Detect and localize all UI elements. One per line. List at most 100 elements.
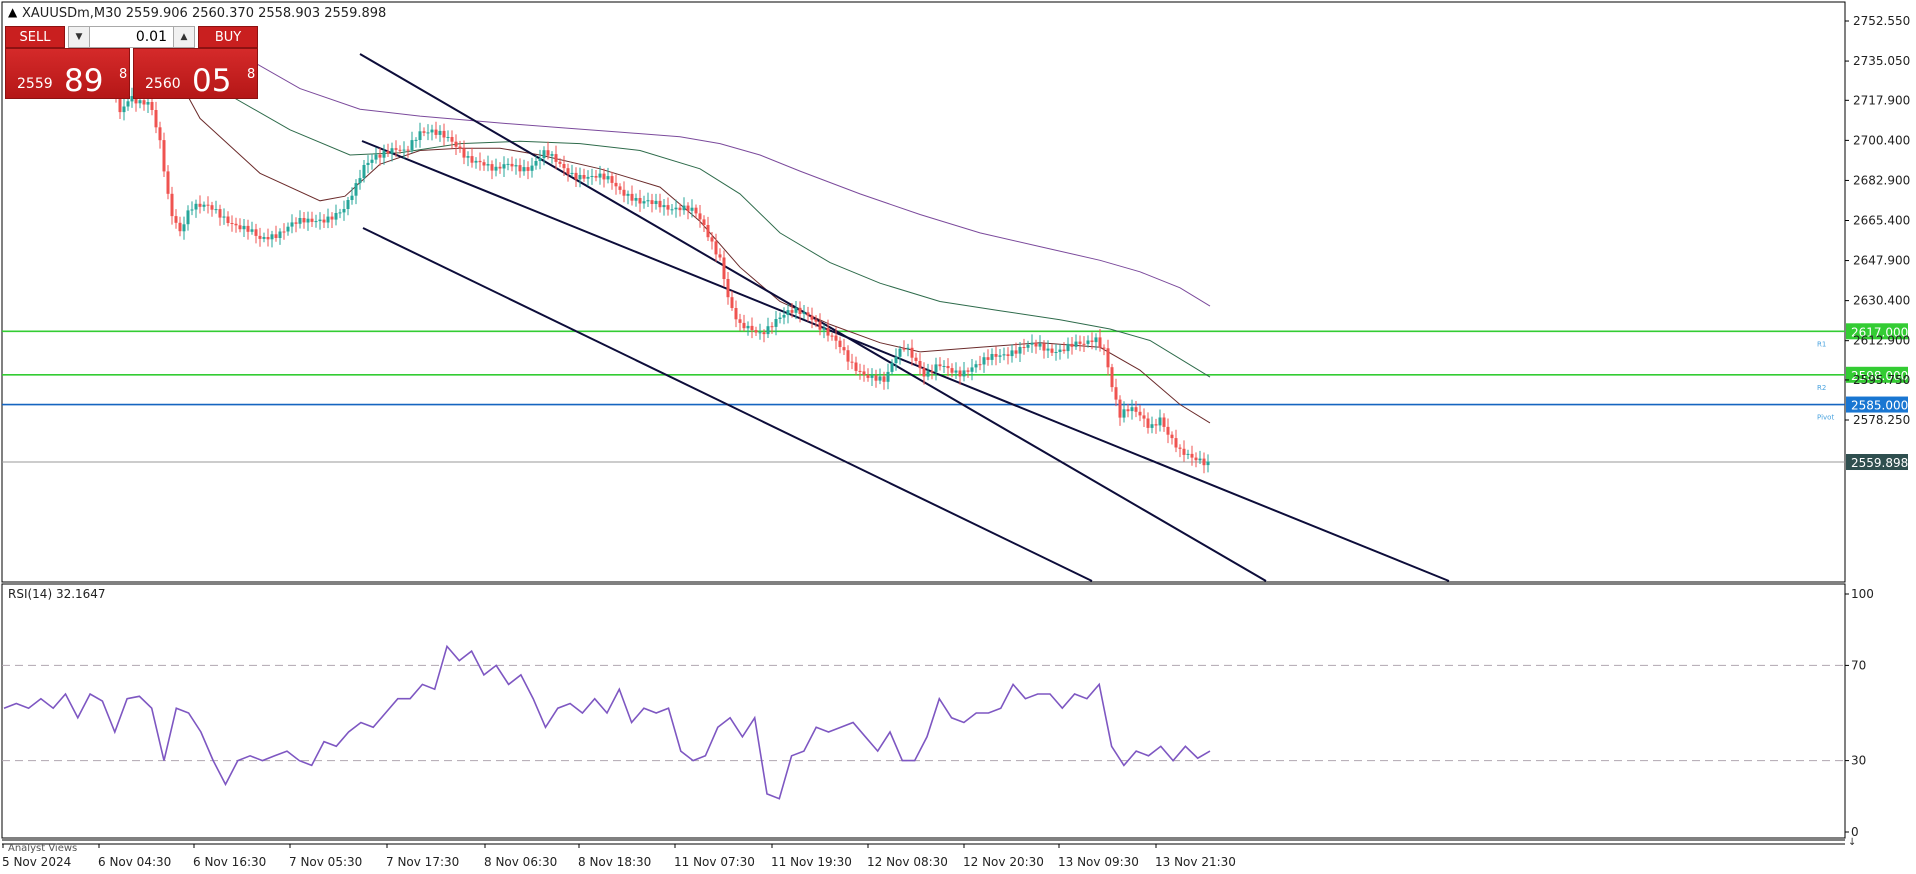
candle-body bbox=[410, 140, 414, 150]
price-panel[interactable] bbox=[1, 1, 1846, 583]
candle-body bbox=[1118, 399, 1122, 418]
candle-body bbox=[722, 257, 726, 279]
candle-body bbox=[178, 222, 182, 232]
candle-body bbox=[662, 205, 666, 208]
candle-body bbox=[926, 371, 930, 377]
candle-body bbox=[482, 162, 486, 166]
candle-body bbox=[574, 172, 578, 180]
candle-body bbox=[318, 219, 322, 222]
candle-body bbox=[526, 167, 530, 171]
candle-body bbox=[702, 219, 706, 225]
candle-body bbox=[146, 102, 150, 105]
scroll-end-icon[interactable]: ↓ bbox=[1848, 837, 1856, 848]
candle-body bbox=[870, 375, 874, 378]
candle-body bbox=[310, 218, 314, 222]
sell-button[interactable]: SELL bbox=[5, 26, 65, 48]
candle-body bbox=[154, 110, 158, 128]
candle-body bbox=[166, 171, 170, 194]
candle-body bbox=[842, 347, 846, 351]
buy-button[interactable]: BUY bbox=[198, 26, 258, 48]
candle-body bbox=[366, 162, 370, 165]
candle-body bbox=[534, 161, 538, 166]
candle-body bbox=[1058, 349, 1062, 352]
candle-body bbox=[326, 216, 330, 223]
candle-body bbox=[934, 364, 938, 373]
candle-body bbox=[834, 335, 838, 341]
candle-body bbox=[498, 166, 502, 169]
candle-body bbox=[1138, 411, 1142, 416]
candle-body bbox=[562, 164, 566, 169]
chart-canvas[interactable]: 2617.000R12598.000R22585.000Pivot2559.89… bbox=[0, 0, 1916, 874]
candle-body bbox=[434, 129, 438, 135]
candle-body bbox=[782, 315, 786, 318]
candle-body bbox=[370, 159, 374, 163]
candle-body bbox=[754, 330, 758, 333]
candle-body bbox=[334, 213, 338, 220]
candle-body bbox=[970, 367, 974, 372]
price-axis-label: 2665.400 bbox=[1853, 214, 1910, 228]
candle-body bbox=[846, 350, 850, 362]
candle-body bbox=[862, 371, 866, 375]
candle-body bbox=[746, 325, 750, 329]
lot-decrease-icon[interactable]: ▼ bbox=[68, 26, 90, 48]
time-axis-label: 7 Nov 05:30 bbox=[289, 855, 362, 869]
sell-price-pips: 89 bbox=[64, 63, 104, 99]
candle-body bbox=[922, 368, 926, 377]
price-axis-label: 2682.900 bbox=[1853, 173, 1910, 187]
time-axis-label: 11 Nov 19:30 bbox=[771, 855, 852, 869]
candle-body bbox=[466, 156, 470, 158]
candle-body bbox=[734, 308, 738, 320]
candle-body bbox=[670, 209, 674, 211]
candle-body bbox=[794, 307, 798, 313]
candle-body bbox=[1066, 343, 1070, 352]
candle-body bbox=[626, 193, 630, 196]
buy-price-pips: 05 bbox=[192, 63, 232, 99]
candle-body bbox=[638, 198, 642, 204]
candle-body bbox=[1186, 453, 1190, 455]
candle-body bbox=[1162, 417, 1166, 427]
candle-body bbox=[566, 168, 570, 174]
candle-body bbox=[126, 101, 130, 107]
candle-body bbox=[1110, 367, 1114, 388]
candle-body bbox=[218, 209, 222, 218]
candle-body bbox=[222, 216, 226, 218]
sell-price-box[interactable]: 2559 89 8 bbox=[5, 48, 130, 99]
lot-increase-icon[interactable]: ▲ bbox=[173, 26, 195, 48]
candle-body bbox=[302, 218, 306, 223]
candle-body bbox=[254, 229, 258, 236]
candle-body bbox=[142, 100, 146, 105]
candle-body bbox=[946, 366, 950, 369]
buy-price-box[interactable]: 2560 05 8 bbox=[133, 48, 258, 99]
price-axis-label: 2717.900 bbox=[1853, 93, 1910, 107]
candle-body bbox=[650, 200, 654, 204]
price-axis-label: 2612.900 bbox=[1853, 334, 1910, 348]
candle-body bbox=[578, 175, 582, 180]
candle-body bbox=[614, 182, 618, 187]
time-axis-label: 13 Nov 09:30 bbox=[1058, 855, 1139, 869]
price-axis-label: 2735.050 bbox=[1853, 54, 1910, 68]
candle-body bbox=[1158, 417, 1162, 426]
candle-body bbox=[770, 326, 774, 328]
candle-body bbox=[1026, 344, 1030, 348]
candle-body bbox=[506, 163, 510, 165]
candle-body bbox=[1198, 458, 1202, 461]
candle-body bbox=[982, 357, 986, 365]
candle-body bbox=[658, 200, 662, 208]
candle-body bbox=[358, 178, 362, 184]
candle-body bbox=[1166, 426, 1170, 435]
candle-body bbox=[710, 237, 714, 242]
candle-body bbox=[330, 216, 334, 220]
time-axis-label: 12 Nov 20:30 bbox=[963, 855, 1044, 869]
candle-body bbox=[190, 209, 194, 211]
candle-body bbox=[894, 356, 898, 363]
candle-body bbox=[1194, 457, 1198, 461]
candle-body bbox=[786, 310, 790, 315]
candle-body bbox=[582, 175, 586, 179]
candle-body bbox=[634, 198, 638, 201]
candle-body bbox=[490, 164, 494, 171]
candle-body bbox=[542, 150, 546, 159]
candle-body bbox=[398, 149, 402, 151]
rsi-panel[interactable] bbox=[1, 583, 1846, 839]
lot-size-input[interactable] bbox=[90, 26, 173, 48]
analyst-views-tab[interactable]: Analyst Views bbox=[8, 843, 77, 854]
